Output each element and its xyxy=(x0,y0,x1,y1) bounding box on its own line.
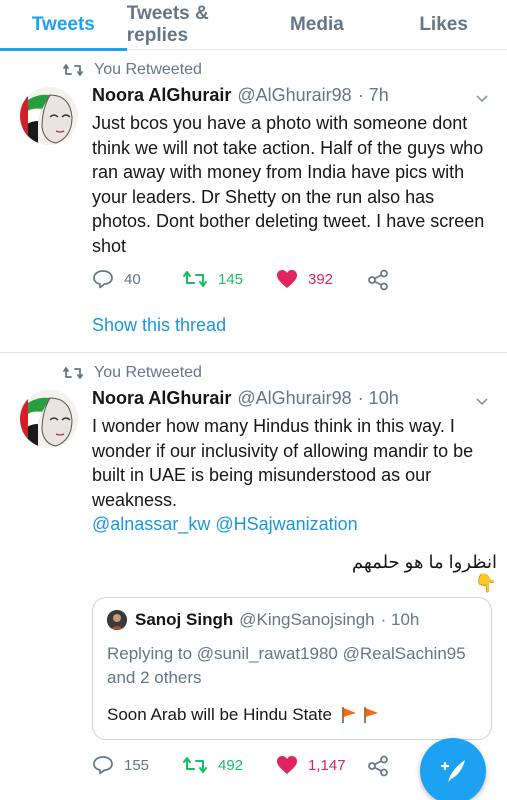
like-count: 392 xyxy=(308,270,334,288)
flag-emojis xyxy=(340,706,380,724)
compose-icon xyxy=(440,760,465,782)
retweet-icon xyxy=(183,757,207,773)
tab-tweets-and-replies[interactable]: Tweets & replies xyxy=(127,0,254,50)
reply-count: 40 xyxy=(124,270,141,288)
author-name[interactable]: Noora AlGhurair xyxy=(92,85,231,106)
quoted-tweet-header: Sanoj Singh @KingSanojsingh · 10h xyxy=(107,610,419,630)
retweet-count: 492 xyxy=(218,756,244,774)
avatar[interactable] xyxy=(20,390,78,448)
tab-media[interactable]: Media xyxy=(254,0,381,50)
retweet-count: 145 xyxy=(218,270,244,288)
author-handle[interactable]: @AlGhurair98 xyxy=(237,85,351,106)
chevron-down-icon[interactable] xyxy=(475,94,489,104)
tab-tweets[interactable]: Tweets xyxy=(0,0,127,51)
tweet-text: Just bcos you have a photo with someone … xyxy=(92,113,485,256)
tweet-mentions[interactable]: @alnassar_kw @HSajwanization xyxy=(92,512,490,537)
tweet-header: Noora AlGhurair @AlGhurair98 · 10h xyxy=(92,388,399,409)
retweet-icon xyxy=(183,271,207,287)
like-button[interactable]: 1,147 xyxy=(276,755,346,775)
tweet-header: Noora AlGhurair @AlGhurair98 · 7h xyxy=(92,85,389,106)
reply-button[interactable]: 40 xyxy=(92,269,141,289)
quoted-tweet[interactable]: Sanoj Singh @KingSanojsingh · 10h Replyi… xyxy=(92,597,492,740)
reply-count: 155 xyxy=(124,756,150,774)
show-thread-link[interactable]: Show this thread xyxy=(92,315,226,336)
replying-to-suffix: and 2 others xyxy=(107,668,202,687)
quoted-tweet-time: · 10h xyxy=(380,610,420,629)
quoted-author-name[interactable]: Sanoj Singh xyxy=(135,610,233,630)
flag-icon xyxy=(342,707,356,723)
replying-to: Replying to @sunil_rawat1980 @RealSachin… xyxy=(107,642,477,690)
tweet-actions: 40 145 392 xyxy=(92,269,492,293)
share-icon xyxy=(368,755,388,777)
author-handle[interactable]: @AlGhurair98 xyxy=(237,388,351,409)
tweet-time[interactable]: · 10h xyxy=(358,388,399,409)
retweet-icon xyxy=(63,367,83,379)
tweet-text-body: I wonder how many Hindus think in this w… xyxy=(92,416,474,510)
quoted-author-handle[interactable]: @KingSanojsingh xyxy=(239,610,374,630)
retweet-button[interactable]: 145 xyxy=(182,269,243,289)
retweet-context: You Retweeted xyxy=(62,61,202,79)
heart-icon xyxy=(277,270,297,288)
tab-likes[interactable]: Likes xyxy=(380,0,507,50)
quoted-text: Soon Arab will be Hindu State xyxy=(107,705,332,724)
avatar[interactable] xyxy=(20,87,78,145)
share-button[interactable] xyxy=(367,755,399,777)
share-button[interactable] xyxy=(367,269,399,291)
quoted-tweet-text: Soon Arab will be Hindu State xyxy=(107,705,380,725)
flag-icon xyxy=(364,707,378,723)
retweet-icon xyxy=(63,64,83,76)
quoted-avatar xyxy=(107,610,127,630)
avatar-image xyxy=(20,390,78,448)
like-count: 1,147 xyxy=(308,756,346,774)
replying-to-handles[interactable]: @sunil_rawat1980 @RealSachin95 xyxy=(197,644,466,663)
compose-tweet-button[interactable] xyxy=(420,738,486,800)
retweet-button[interactable]: 492 xyxy=(182,755,243,775)
reply-button[interactable]: 155 xyxy=(92,755,149,775)
heart-icon xyxy=(277,756,297,774)
avatar-image xyxy=(20,87,78,145)
author-name[interactable]: Noora AlGhurair xyxy=(92,388,231,409)
tweet[interactable]: You Retweeted Noora AlGhurair @AlGhurair… xyxy=(0,51,507,353)
retweet-context: You Retweeted xyxy=(62,364,202,382)
retweet-label: You Retweeted xyxy=(94,364,202,381)
arabic-text: انظروا ما هو حلمهم 👇 xyxy=(351,552,497,593)
tweet-text: I wonder how many Hindus think in this w… xyxy=(92,414,490,537)
like-button[interactable]: 392 xyxy=(276,269,333,289)
profile-tabs: Tweets Tweets & replies Media Likes xyxy=(0,0,507,51)
replying-to-prefix: Replying to xyxy=(107,644,193,663)
reply-icon xyxy=(93,756,113,775)
chevron-down-icon[interactable] xyxy=(475,397,489,407)
reply-icon xyxy=(93,270,113,289)
retweet-label: You Retweeted xyxy=(94,61,202,78)
share-icon xyxy=(368,269,388,291)
tweet-time[interactable]: · 7h xyxy=(358,85,389,106)
